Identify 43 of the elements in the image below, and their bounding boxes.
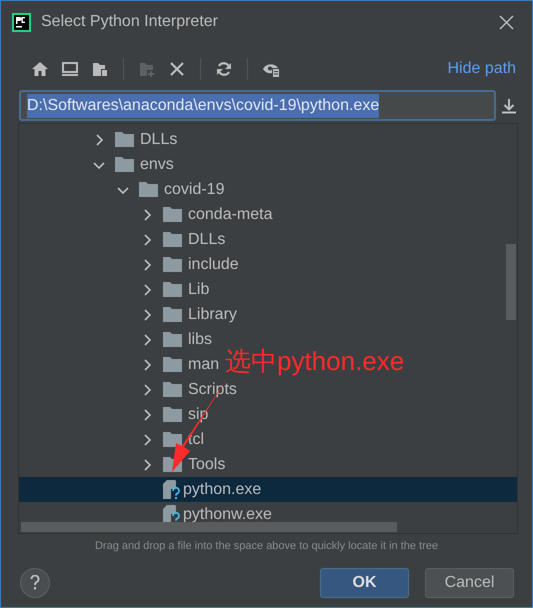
folder-name: Library — [188, 304, 237, 324]
unknown-file-icon — [163, 480, 181, 500]
folder-name: include — [188, 254, 239, 274]
file-name: pythonw.exe — [183, 504, 272, 524]
selected-tree-row[interactable]: python.exe — [19, 477, 517, 502]
folder-icon — [163, 307, 182, 322]
ok-button[interactable]: OK — [320, 568, 409, 598]
folder-name: DLLs — [188, 230, 226, 250]
annotation-text: 选中python.exe — [225, 345, 404, 378]
hide-path-link[interactable]: Hide path — [448, 57, 516, 81]
hint-text: Drag and drop a file into the space above to quickly locate it in the tree — [94, 539, 440, 554]
folder-icon — [115, 132, 134, 147]
folder-icon — [163, 357, 182, 372]
folder-icon — [115, 157, 134, 172]
folder-name: DLLs — [140, 130, 178, 150]
folder-name: covid-19 — [164, 180, 224, 200]
folder-icon — [163, 382, 182, 397]
folder-icon — [139, 182, 158, 197]
folder-icon — [163, 432, 182, 447]
cancel-button[interactable]: Cancel — [425, 568, 514, 598]
path-text: D:\Softwares\anaconda\envs\covid-19\python.exe — [27, 94, 380, 118]
folder-icon — [163, 207, 182, 222]
download-icon[interactable] — [502, 98, 516, 114]
folder-name: Tools — [188, 454, 226, 474]
folder-name: man — [188, 354, 220, 374]
vertical-scrollbar[interactable] — [506, 244, 516, 320]
folder-name: envs — [140, 154, 174, 174]
path-field[interactable]: D:\Softwares\anaconda\envs\covid-19\python.exe — [19, 90, 496, 121]
folder-name: Lib — [188, 280, 210, 300]
folder-icon — [163, 332, 182, 347]
question-icon — [30, 575, 40, 590]
help-button[interactable] — [20, 568, 50, 598]
close-icon[interactable] — [499, 14, 514, 30]
folder-icon — [163, 282, 182, 297]
app-logo-icon — [12, 12, 31, 32]
folder-icon — [163, 407, 182, 422]
file-name: python.exe — [183, 480, 262, 500]
folder-name: libs — [188, 330, 212, 350]
horizontal-scrollbar[interactable] — [21, 522, 397, 532]
window-title: Select Python Interpreter — [41, 12, 218, 32]
folder-icon — [163, 232, 182, 247]
folder-name: conda-meta — [188, 204, 272, 224]
folder-icon — [163, 257, 182, 272]
